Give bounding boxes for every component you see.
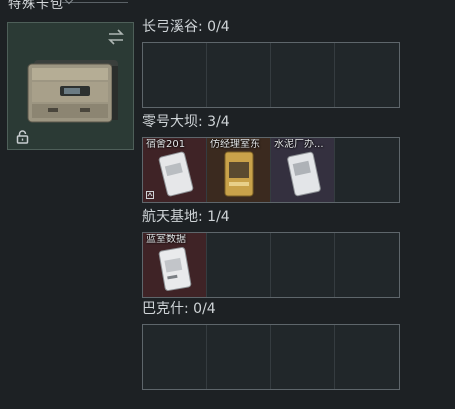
key-card-image (158, 247, 192, 291)
empty-slot[interactable] (335, 325, 399, 389)
slot-row: 宿舍201 仿经理室东 水泥厂办... (142, 137, 400, 203)
key-card-slot[interactable]: 蓝室数据 (143, 233, 207, 297)
key-card-slot[interactable]: 水泥厂办... (271, 138, 335, 202)
swap-icon[interactable] (107, 29, 125, 45)
key-card-label: 仿经理室东 (210, 139, 260, 150)
region-bakhsh: 巴克什: 0/4 (142, 300, 402, 396)
key-card-slot[interactable]: 宿舍201 (143, 138, 207, 202)
lock-icon[interactable] (16, 130, 29, 144)
slot-row: 蓝室数据 (142, 232, 400, 298)
empty-slot[interactable] (143, 325, 207, 389)
region-title: 零号大坝: 3/4 (142, 114, 230, 130)
region-space-base: 航天基地: 1/4 蓝室数据 (142, 208, 402, 298)
empty-slot[interactable] (271, 43, 335, 107)
empty-slot[interactable] (335, 43, 399, 107)
region-longbow-valley: 长弓溪谷: 0/4 (142, 18, 402, 122)
key-card-label: 水泥厂办... (274, 139, 324, 150)
slot-row (142, 324, 400, 390)
key-card-image (158, 151, 194, 197)
slot-row (142, 42, 400, 108)
case-card[interactable] (7, 22, 134, 150)
empty-slot[interactable] (207, 43, 271, 107)
key-card-image (224, 151, 254, 197)
panel-title: 特殊卡包 (8, 0, 65, 12)
empty-slot[interactable] (207, 233, 271, 297)
header-divider (62, 2, 128, 3)
empty-slot[interactable] (271, 233, 335, 297)
key-case-panel: 特殊卡包 长弓溪谷: 0/4 零号大坝: 3/4 宿舍201 仿经理室东 水泥厂… (0, 0, 455, 409)
region-zero-dam: 零号大坝: 3/4 宿舍201 仿经理室东 水泥厂办... (142, 113, 402, 203)
key-card-label: 宿舍201 (146, 139, 186, 150)
empty-slot[interactable] (271, 325, 335, 389)
region-title: 巴克什: 0/4 (142, 301, 216, 317)
key-card-image (287, 151, 321, 197)
empty-slot[interactable] (335, 138, 399, 202)
empty-slot[interactable] (335, 233, 399, 297)
empty-slot[interactable] (143, 43, 207, 107)
key-card-label: 蓝室数据 (146, 234, 186, 245)
case-image (27, 60, 118, 123)
region-title: 航天基地: 1/4 (142, 209, 230, 225)
empty-slot[interactable] (207, 325, 271, 389)
key-card-slot[interactable]: 仿经理室东 (207, 138, 271, 202)
marked-icon (146, 191, 154, 199)
panel-header: 特殊卡包 (0, 0, 140, 12)
region-title: 长弓溪谷: 0/4 (142, 19, 230, 35)
